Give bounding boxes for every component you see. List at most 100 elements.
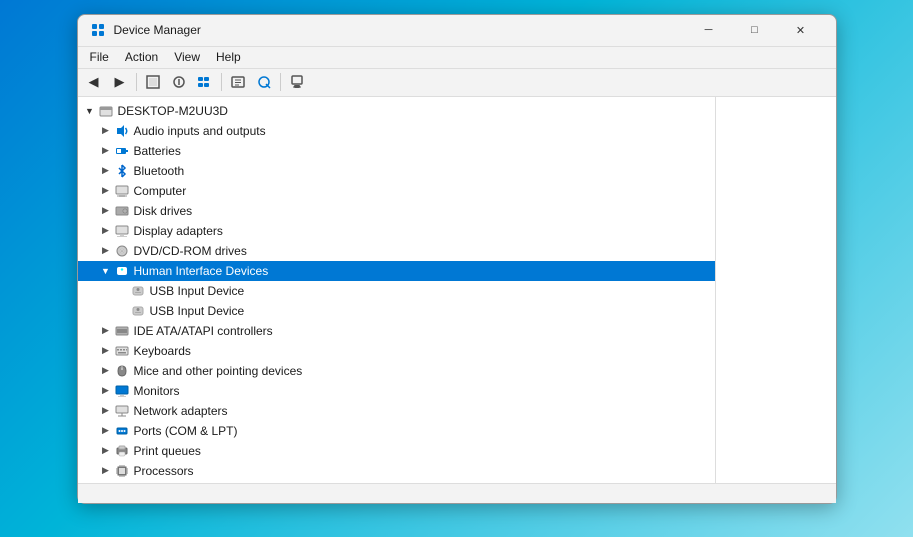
- toolbar-btn-4[interactable]: [226, 71, 250, 93]
- usb1-expand-icon: ▶: [114, 283, 130, 299]
- tree-root[interactable]: ▼ DESKTOP-M2UU3D: [78, 101, 715, 121]
- bluetooth-label: Bluetooth: [134, 164, 185, 178]
- root-icon: [98, 103, 114, 119]
- computer-label: Computer: [134, 184, 187, 198]
- display-icon: [114, 223, 130, 239]
- mice-icon: [114, 363, 130, 379]
- disk-expand-icon[interactable]: ▶: [98, 203, 114, 219]
- root-expand-icon[interactable]: ▼: [82, 103, 98, 119]
- network-expand-icon[interactable]: ▶: [98, 403, 114, 419]
- display-expand-icon[interactable]: ▶: [98, 223, 114, 239]
- toolbar-btn-5[interactable]: [252, 71, 276, 93]
- tree-item-keyboards[interactable]: ▶ Keyboards: [78, 341, 715, 361]
- menu-file[interactable]: File: [82, 48, 117, 66]
- minimize-button[interactable]: ─: [686, 14, 732, 46]
- tree-item-computer[interactable]: ▶ Computer: [78, 181, 715, 201]
- ports-expand-icon[interactable]: ▶: [98, 423, 114, 439]
- tree-item-ports[interactable]: ▶ Ports (COM & LPT): [78, 421, 715, 441]
- print-label: Print queues: [134, 444, 201, 458]
- audio-icon: [114, 123, 130, 139]
- batteries-label: Batteries: [134, 144, 181, 158]
- menu-help[interactable]: Help: [208, 48, 249, 66]
- processors-label: Processors: [134, 464, 194, 478]
- status-bar: [78, 483, 836, 503]
- tree-item-dvd[interactable]: ▶ DVD/CD-ROM drives: [78, 241, 715, 261]
- tree-item-print[interactable]: ▶ Print queues: [78, 441, 715, 461]
- back-button[interactable]: ◀: [82, 71, 106, 93]
- root-label: DESKTOP-M2UU3D: [118, 104, 228, 118]
- maximize-button[interactable]: □: [732, 14, 778, 46]
- menu-view[interactable]: View: [166, 48, 208, 66]
- menu-action[interactable]: Action: [117, 48, 166, 66]
- ports-icon: [114, 423, 130, 439]
- menu-bar: File Action View Help: [78, 47, 836, 69]
- processors-expand-icon[interactable]: ▶: [98, 463, 114, 479]
- dvd-label: DVD/CD-ROM drives: [134, 244, 247, 258]
- keyboards-label: Keyboards: [134, 344, 191, 358]
- toolbar-btn-3[interactable]: [193, 71, 217, 93]
- mice-expand-icon[interactable]: ▶: [98, 363, 114, 379]
- audio-expand-icon[interactable]: ▶: [98, 123, 114, 139]
- print-expand-icon[interactable]: ▶: [98, 443, 114, 459]
- monitors-expand-icon[interactable]: ▶: [98, 383, 114, 399]
- computer-icon: [114, 183, 130, 199]
- ide-icon: [114, 323, 130, 339]
- tree-item-batteries[interactable]: ▶ Batteries: [78, 141, 715, 161]
- monitors-label: Monitors: [134, 384, 180, 398]
- keyboards-icon: [114, 343, 130, 359]
- title-bar: Device Manager ─ □ ✕: [78, 15, 836, 47]
- close-button[interactable]: ✕: [778, 14, 824, 46]
- toolbar-btn-2[interactable]: [167, 71, 191, 93]
- tree-item-disk[interactable]: ▶ Disk drives: [78, 201, 715, 221]
- keyboards-expand-icon[interactable]: ▶: [98, 343, 114, 359]
- tree-panel[interactable]: ▼ DESKTOP-M2UU3D ▶ Aud: [78, 97, 716, 483]
- hid-expand-icon[interactable]: ▼: [98, 263, 114, 279]
- ide-expand-icon[interactable]: ▶: [98, 323, 114, 339]
- toolbar-separator-1: [136, 73, 137, 91]
- batteries-icon: [114, 143, 130, 159]
- toolbar-btn-1[interactable]: [141, 71, 165, 93]
- tree-item-display[interactable]: ▶ Display adapters: [78, 221, 715, 241]
- disk-icon: [114, 203, 130, 219]
- usb2-icon: [130, 303, 146, 319]
- window-title: Device Manager: [114, 23, 686, 37]
- tree-item-audio[interactable]: ▶ Audio inputs and outputs: [78, 121, 715, 141]
- tree-item-ide[interactable]: ▶ IDE ATA/ATAPI controllers: [78, 321, 715, 341]
- dvd-expand-icon[interactable]: ▶: [98, 243, 114, 259]
- disk-label: Disk drives: [134, 204, 193, 218]
- toolbar: ◀ ▶: [78, 69, 836, 97]
- tree-item-usb1[interactable]: ▶ USB Input Device: [78, 281, 715, 301]
- display-label: Display adapters: [134, 224, 223, 238]
- toolbar-separator-2: [221, 73, 222, 91]
- ide-label: IDE ATA/ATAPI controllers: [134, 324, 273, 338]
- monitors-icon: [114, 383, 130, 399]
- usb1-icon: [130, 283, 146, 299]
- mice-label: Mice and other pointing devices: [134, 364, 303, 378]
- print-icon: [114, 443, 130, 459]
- dvd-icon: [114, 243, 130, 259]
- usb1-label: USB Input Device: [150, 284, 245, 298]
- bluetooth-icon: [114, 163, 130, 179]
- forward-button[interactable]: ▶: [108, 71, 132, 93]
- toolbar-btn-6[interactable]: [285, 71, 309, 93]
- batteries-expand-icon[interactable]: ▶: [98, 143, 114, 159]
- toolbar-separator-3: [280, 73, 281, 91]
- ports-label: Ports (COM & LPT): [134, 424, 238, 438]
- usb2-expand-icon: ▶: [114, 303, 130, 319]
- tree-item-processors[interactable]: ▶: [78, 461, 715, 481]
- tree-item-mice[interactable]: ▶ Mice and other pointing devices: [78, 361, 715, 381]
- bluetooth-expand-icon[interactable]: ▶: [98, 163, 114, 179]
- tree-item-monitors[interactable]: ▶ Monitors: [78, 381, 715, 401]
- tree-item-bluetooth[interactable]: ▶ Bluetooth: [78, 161, 715, 181]
- hid-icon: [114, 263, 130, 279]
- tree-item-hid[interactable]: ▼ Human Interface Devices: [78, 261, 715, 281]
- tree-item-network[interactable]: ▶ Network adapters: [78, 401, 715, 421]
- audio-label: Audio inputs and outputs: [134, 124, 266, 138]
- content-area: ▼ DESKTOP-M2UU3D ▶ Aud: [78, 97, 836, 483]
- tree-item-usb2[interactable]: ▶ USB Input Device: [78, 301, 715, 321]
- right-panel: [716, 97, 836, 483]
- processors-icon: [114, 463, 130, 479]
- computer-expand-icon[interactable]: ▶: [98, 183, 114, 199]
- network-icon: [114, 403, 130, 419]
- device-manager-window: Device Manager ─ □ ✕ File Action View He…: [77, 14, 837, 504]
